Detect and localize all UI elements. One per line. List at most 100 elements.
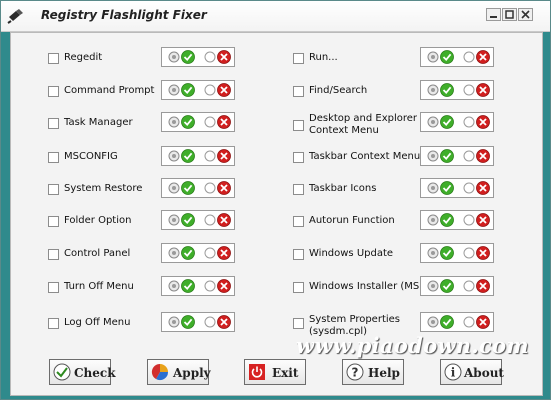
cross-red-icon[interactable] (217, 83, 231, 97)
help-button[interactable]: ? Help (342, 359, 404, 385)
system-properties-checkbox[interactable] (293, 318, 304, 329)
check-green-icon[interactable] (181, 50, 195, 64)
svg-text:?: ? (352, 366, 359, 380)
taskbar-icons-checkbox[interactable] (293, 184, 304, 195)
cross-red-icon[interactable] (217, 50, 231, 64)
option-label-line1: System Properties (309, 314, 401, 325)
disable-radio-icon[interactable] (204, 150, 216, 162)
apply-button[interactable]: Apply (147, 359, 211, 385)
disable-radio-icon[interactable] (463, 280, 475, 292)
info-icon: i (444, 363, 462, 381)
check-green-icon[interactable] (440, 213, 454, 227)
about-button[interactable]: i About (440, 359, 504, 385)
disable-radio-icon[interactable] (204, 214, 216, 226)
msconfig-checkbox[interactable] (48, 152, 59, 163)
regedit-toggle (161, 47, 235, 67)
find-search-toggle (420, 80, 494, 100)
cross-red-icon[interactable] (476, 315, 490, 329)
option-label-line2: Context Menu (309, 125, 379, 136)
check-green-icon[interactable] (440, 279, 454, 293)
disable-radio-icon[interactable] (463, 247, 475, 259)
disable-radio-icon[interactable] (204, 280, 216, 292)
check-green-icon[interactable] (181, 115, 195, 129)
check-green-icon[interactable] (440, 315, 454, 329)
system-restore-checkbox[interactable] (48, 184, 59, 195)
windows-installer-toggle (420, 276, 494, 296)
control-panel-toggle (161, 243, 235, 263)
check-green-icon[interactable] (181, 213, 195, 227)
check-green-icon[interactable] (181, 246, 195, 260)
check-green-icon[interactable] (440, 50, 454, 64)
cross-red-icon[interactable] (217, 279, 231, 293)
run-checkbox[interactable] (293, 53, 304, 64)
find-search-checkbox[interactable] (293, 86, 304, 97)
autorun-function-checkbox[interactable] (293, 216, 304, 227)
cross-red-icon[interactable] (217, 315, 231, 329)
check-button[interactable]: Check (49, 359, 116, 385)
option-label: System Restore (64, 183, 143, 194)
taskbar-context-menu-checkbox[interactable] (293, 152, 304, 163)
main-panel: Regedit Command Prompt Task Manager MSCO… (10, 32, 543, 396)
disable-radio-icon[interactable] (204, 247, 216, 259)
folder-option-checkbox[interactable] (48, 216, 59, 227)
disable-radio-icon[interactable] (463, 51, 475, 63)
app-window: Registry Flashlight Fixer Regedit Comman… (0, 0, 551, 400)
disable-radio-icon[interactable] (204, 51, 216, 63)
command-prompt-checkbox[interactable] (48, 86, 59, 97)
system-properties-toggle (420, 312, 494, 332)
exit-button[interactable]: Exit (244, 359, 306, 385)
cross-red-icon[interactable] (476, 213, 490, 227)
disable-radio-icon[interactable] (463, 150, 475, 162)
desktop-explorer-context-checkbox[interactable] (293, 120, 304, 131)
cross-red-icon[interactable] (476, 149, 490, 163)
disable-radio-icon[interactable] (204, 84, 216, 96)
check-green-icon[interactable] (181, 149, 195, 163)
cross-red-icon[interactable] (217, 149, 231, 163)
close-button[interactable] (518, 8, 533, 21)
cross-red-icon[interactable] (476, 246, 490, 260)
windows-installer-checkbox[interactable] (293, 282, 304, 293)
disable-radio-icon[interactable] (463, 214, 475, 226)
task-manager-checkbox[interactable] (48, 118, 59, 129)
disable-radio-icon[interactable] (463, 316, 475, 328)
check-green-icon[interactable] (181, 181, 195, 195)
cross-red-icon[interactable] (217, 246, 231, 260)
disable-radio-icon[interactable] (204, 116, 216, 128)
control-panel-checkbox[interactable] (48, 249, 59, 260)
check-green-icon[interactable] (181, 83, 195, 97)
cross-red-icon[interactable] (476, 115, 490, 129)
check-green-icon[interactable] (440, 83, 454, 97)
check-green-icon[interactable] (181, 279, 195, 293)
cross-red-icon[interactable] (217, 115, 231, 129)
check-green-icon[interactable] (440, 246, 454, 260)
windows-update-checkbox[interactable] (293, 249, 304, 260)
option-label: Taskbar Icons (309, 183, 377, 194)
option-label: Command Prompt (64, 85, 155, 96)
cross-red-icon[interactable] (217, 181, 231, 195)
log-off-menu-checkbox[interactable] (48, 318, 59, 329)
disable-radio-icon[interactable] (463, 84, 475, 96)
cross-red-icon[interactable] (476, 181, 490, 195)
cross-red-icon[interactable] (217, 213, 231, 227)
minimize-button[interactable] (486, 8, 501, 21)
option-label: Control Panel (64, 248, 131, 259)
maximize-button[interactable] (502, 8, 517, 21)
disable-radio-icon[interactable] (463, 116, 475, 128)
disable-radio-icon[interactable] (204, 316, 216, 328)
check-green-icon[interactable] (440, 115, 454, 129)
option-label: Regedit (64, 52, 103, 63)
check-green-icon[interactable] (181, 315, 195, 329)
check-green-icon[interactable] (440, 181, 454, 195)
turn-off-menu-checkbox[interactable] (48, 282, 59, 293)
cross-red-icon[interactable] (476, 279, 490, 293)
option-label: Run... (309, 52, 338, 63)
svg-text:i: i (451, 366, 456, 380)
cross-red-icon[interactable] (476, 83, 490, 97)
disable-radio-icon[interactable] (463, 182, 475, 194)
cross-red-icon[interactable] (476, 50, 490, 64)
check-green-icon[interactable] (440, 149, 454, 163)
apply-label: Apply (173, 366, 211, 380)
regedit-checkbox[interactable] (48, 53, 59, 64)
check-label: Check (74, 366, 116, 380)
disable-radio-icon[interactable] (204, 182, 216, 194)
